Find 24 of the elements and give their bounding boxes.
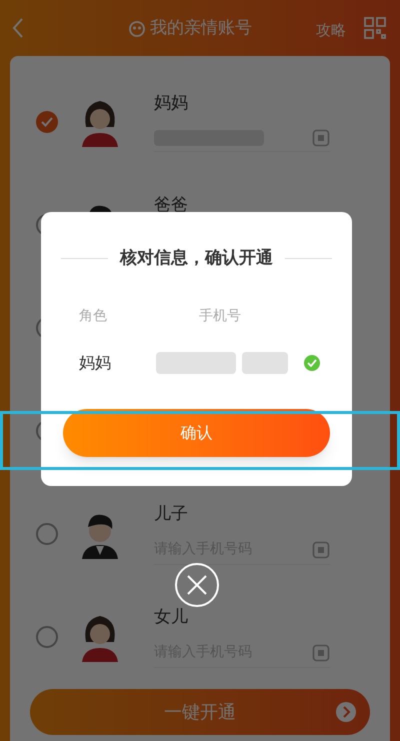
radio-button[interactable] [36, 110, 58, 132]
close-icon[interactable] [175, 563, 219, 607]
column-header: 手机号 [199, 306, 241, 326]
radio-button[interactable] [36, 626, 58, 648]
contacts-icon[interactable] [312, 540, 330, 559]
back-icon[interactable] [12, 17, 24, 39]
guide-link[interactable]: 攻略 [316, 19, 346, 42]
confirm-button[interactable]: 确认 [63, 408, 330, 456]
check-icon [41, 116, 53, 126]
masked-phone [242, 352, 288, 374]
qr-code-icon[interactable] [364, 17, 386, 39]
radio-button[interactable] [36, 522, 58, 544]
page-title: 我的亲情账号 [150, 17, 252, 40]
dialog-title: 核对信息，确认开通 [120, 247, 273, 270]
column-header: 角色 [79, 306, 108, 326]
role-name: 妈妈 [79, 352, 112, 374]
open-all-button[interactable]: 一键开通 [30, 689, 370, 735]
member-name: 妈妈 [154, 92, 189, 116]
member-name: 爸爸 [154, 194, 189, 218]
contacts-icon[interactable] [312, 644, 330, 662]
member-name: 儿子 [154, 502, 189, 526]
people-icon [128, 20, 146, 37]
member-name: 女儿 [154, 606, 189, 629]
contacts-icon[interactable] [312, 128, 330, 147]
